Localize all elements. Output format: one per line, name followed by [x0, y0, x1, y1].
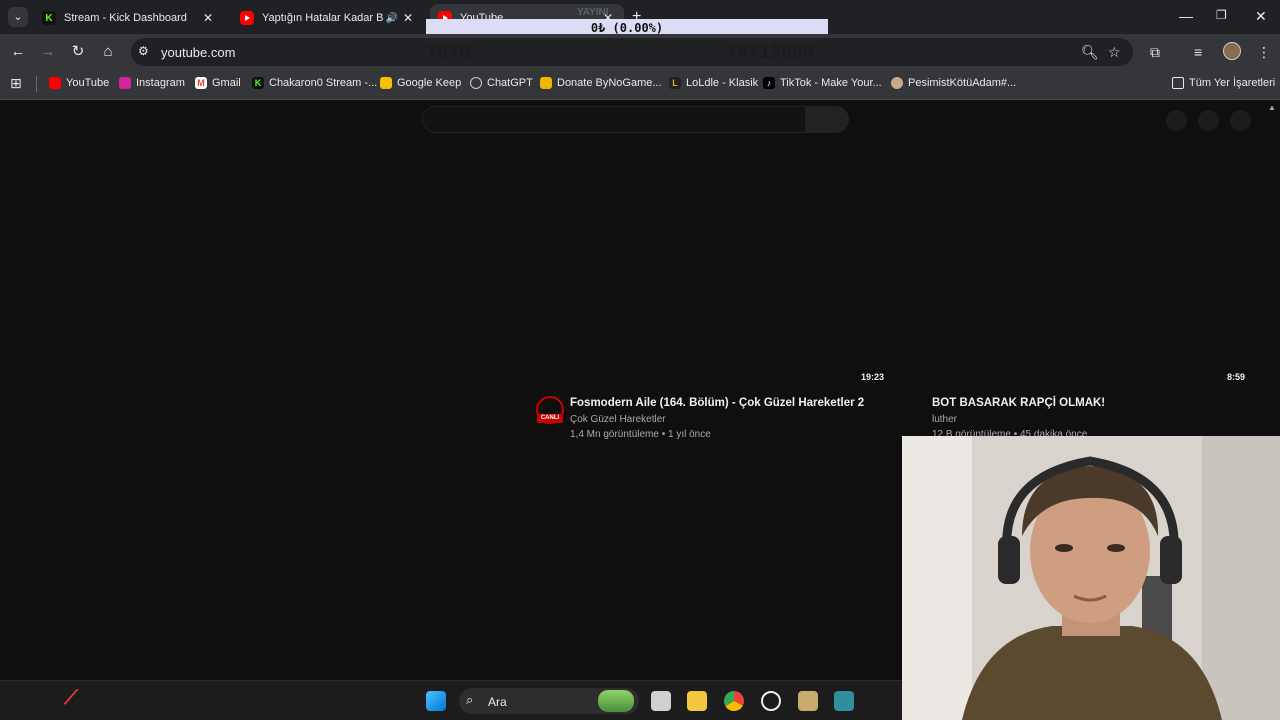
video-duration: 19:23	[861, 372, 885, 382]
windows-start-icon[interactable]	[426, 691, 446, 711]
close-icon[interactable]: ✕	[200, 11, 216, 25]
bookmarks-bar: ⊞ YouTube Instagram M Gmail K Chakaron0 St…	[0, 70, 1280, 100]
apps-grid-icon[interactable]: ⊞	[10, 75, 22, 92]
toolbar: ← → ↻ ⌂ ⚙ youtube.com TRY0 TRY15000 🔍︎ ☆…	[0, 34, 1280, 70]
bookmark-loldle[interactable]: L LoLdle - Klasik	[669, 77, 758, 89]
bookmark-google-keep[interactable]: Google Keep	[380, 77, 461, 89]
webcam-overlay	[902, 436, 1280, 720]
goal-left-amount: TRY0	[427, 42, 471, 63]
bookmark-instagram[interactable]: Instagram	[119, 77, 185, 89]
bookmark-label: Google Keep	[397, 77, 462, 89]
placeholder-icon[interactable]	[1166, 110, 1187, 131]
search-icon: ⌕	[466, 692, 474, 707]
video-title[interactable]: Fosmodern Aile (164. Bölüm) - Çok Güzel …	[570, 397, 864, 409]
bookmark-label: Chakaron0 Stream -...	[269, 77, 378, 89]
folder-icon	[1172, 77, 1184, 89]
bookmark-label: LoLdle - Klasik	[686, 77, 759, 89]
widget-icon[interactable]	[598, 690, 634, 712]
bookmark-label: YouTube	[66, 77, 110, 89]
bookmark-tiktok[interactable]: ♪ TikTok - Make Your...	[763, 77, 882, 89]
tab-kick-dashboard[interactable]: K Stream - Kick Dashboard ✕	[34, 4, 224, 32]
media-control-icon[interactable]: ≡	[1194, 44, 1202, 60]
home-icon[interactable]: ⌂	[98, 42, 118, 62]
obs-icon[interactable]	[761, 691, 781, 711]
bookmark-label: PesimistKötüAdam#...	[908, 77, 1017, 89]
search-button[interactable]	[806, 106, 849, 133]
search-input[interactable]	[422, 106, 806, 133]
video-title[interactable]: BOT BASARAK RAPÇİ OLMAK!	[932, 397, 1105, 409]
bookmark-label: ChatGPT	[487, 77, 533, 89]
bookmark-youtube[interactable]: YouTube	[49, 77, 109, 89]
video-duration: 8:59	[1227, 372, 1246, 382]
youtube-icon	[240, 11, 254, 25]
back-icon[interactable]: ←	[8, 42, 28, 62]
task-view-icon[interactable]	[651, 691, 671, 711]
video-meta: 1,4 Mn görüntüleme • 1 yıl önce	[570, 429, 711, 440]
tiktok-icon: ♪	[763, 77, 775, 89]
restore-icon[interactable]: ❐	[1216, 8, 1227, 22]
speaker-icon[interactable]: 🔊	[384, 13, 400, 24]
chrome-icon[interactable]	[724, 691, 744, 711]
star-icon[interactable]: ☆	[1108, 44, 1121, 61]
keep-icon	[380, 77, 392, 89]
bookmark-label: TikTok - Make Your...	[780, 77, 882, 89]
address-bar[interactable]	[131, 38, 1133, 66]
site-info-icon[interactable]: ⚙	[138, 44, 149, 58]
taskbar-search-label: Ara	[488, 695, 507, 709]
kick-icon: K	[252, 77, 264, 89]
zoom-icon[interactable]: 🔍︎	[1081, 44, 1099, 61]
bookmark-label: Gmail	[212, 77, 241, 89]
avatar-icon	[891, 77, 903, 89]
taskbar: ⟋ ⌕ Ara	[0, 680, 902, 720]
chatgpt-icon	[470, 77, 482, 89]
kick-icon: K	[42, 11, 56, 25]
bookmark-chatgpt[interactable]: ChatGPT	[470, 77, 533, 89]
window-close-icon[interactable]: ✕	[1255, 8, 1267, 25]
scroll-up-icon[interactable]: ▲	[1268, 103, 1276, 112]
gmail-icon: M	[195, 77, 207, 89]
bookmark-label: Instagram	[136, 77, 185, 89]
file-explorer-icon[interactable]	[687, 691, 707, 711]
bookmark-label: Donate ByNoGame...	[557, 77, 662, 89]
bynogame-icon	[540, 77, 552, 89]
all-bookmarks[interactable]: Tüm Yer İşaretleri	[1172, 77, 1275, 89]
bookmark-bynogame[interactable]: Donate ByNoGame...	[540, 77, 662, 89]
goal-right-amount: TRY15000	[727, 42, 814, 63]
bookmark-pesimist[interactable]: PesimistKötüAdam#...	[891, 77, 1016, 89]
instagram-icon	[119, 77, 131, 89]
url-text[interactable]: youtube.com	[161, 45, 235, 60]
video-channel[interactable]: Çok Güzel Hareketler	[570, 414, 666, 425]
loldle-icon: L	[669, 77, 681, 89]
profile-avatar[interactable]	[1223, 42, 1241, 60]
app-logo-icon[interactable]: ⟋	[64, 687, 88, 711]
webcam-person-illustration	[902, 436, 1280, 720]
tab-search-button[interactable]: ⌄	[8, 7, 28, 27]
bookmark-label: Tüm Yer İşaretleri	[1189, 77, 1276, 89]
bookmarks-divider	[36, 76, 37, 92]
forward-icon[interactable]: →	[38, 42, 58, 62]
placeholder-icon[interactable]	[1198, 110, 1219, 131]
live-badge: CANLI	[537, 414, 563, 423]
overlay-yayin-label: YAYINI	[577, 7, 609, 18]
tab-title: Yaptığın Hatalar Kadar Büyü	[262, 12, 384, 24]
game-icon[interactable]	[834, 691, 854, 711]
reload-icon[interactable]: ↻	[68, 42, 88, 62]
tab-youtube-video[interactable]: Yaptığın Hatalar Kadar Büyü 🔊 ✕	[232, 4, 424, 32]
minimize-icon[interactable]: —	[1179, 8, 1193, 24]
bookmark-kick-stream[interactable]: K Chakaron0 Stream -...	[252, 77, 377, 89]
placeholder-icon[interactable]	[1230, 110, 1251, 131]
tab-title: Stream - Kick Dashboard	[64, 12, 187, 24]
menu-icon[interactable]: ⋮	[1257, 44, 1271, 61]
video-channel[interactable]: luther	[932, 414, 957, 425]
league-client-icon[interactable]	[798, 691, 818, 711]
close-icon[interactable]: ✕	[400, 11, 416, 25]
youtube-icon	[49, 77, 61, 89]
extensions-icon[interactable]: ⧉	[1150, 44, 1160, 61]
bookmark-gmail[interactable]: M Gmail	[195, 77, 241, 89]
